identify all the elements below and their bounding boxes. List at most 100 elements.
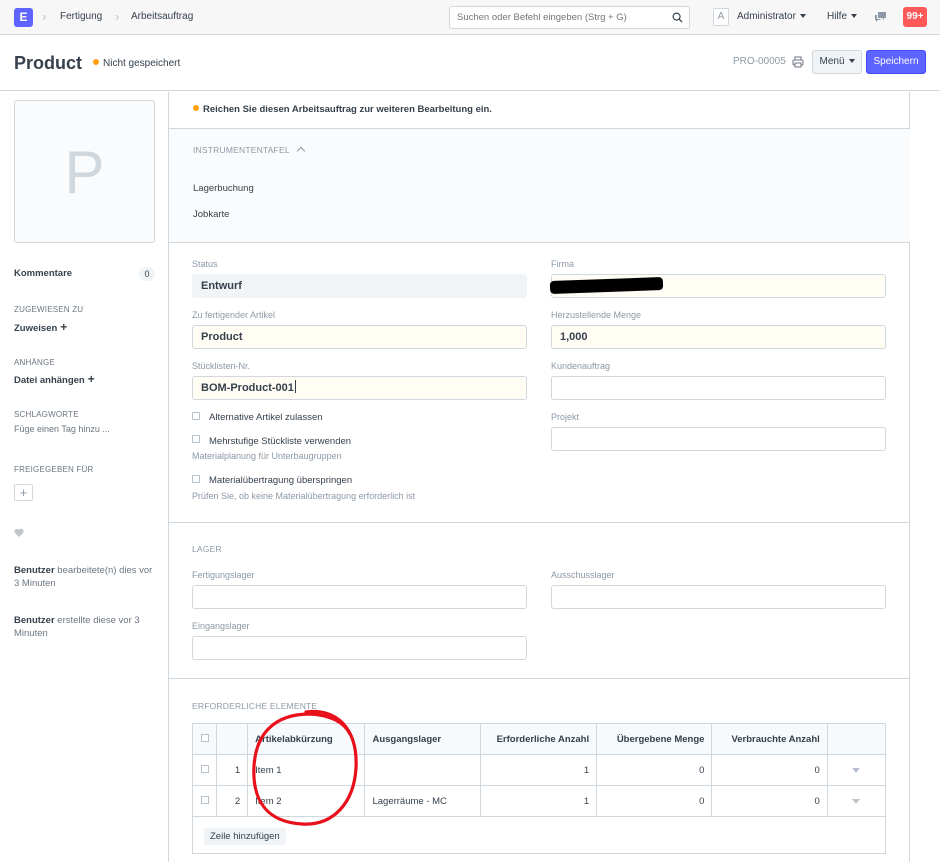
- comments-count: 0: [139, 267, 155, 281]
- skip-transfer-label[interactable]: Materialübertragung überspringen: [209, 475, 352, 486]
- tags-heading: SCHLAGWORTE: [14, 410, 79, 419]
- bom-no-label: Stücklisten-Nr.: [192, 361, 251, 371]
- allow-alternative-item-label[interactable]: Alternative Artikel zulassen: [209, 412, 323, 423]
- user-menu[interactable]: Administrator: [737, 11, 806, 22]
- document-name: PRO-00005: [733, 56, 786, 67]
- activity-item: Benutzer bearbeitete(n) dies vor 3 Minut…: [14, 564, 154, 590]
- cell-required-qty[interactable]: 1: [479, 785, 598, 817]
- attach-file-link[interactable]: Datei anhängen +: [14, 372, 95, 386]
- scrap-warehouse-field[interactable]: [551, 585, 886, 609]
- activity-user: Benutzer: [14, 565, 55, 576]
- help-menu[interactable]: Hilfe: [827, 11, 858, 22]
- attachments-heading: ANHÄNGE: [14, 358, 55, 367]
- qty-to-manufacture-field[interactable]: 1,000: [551, 325, 886, 349]
- print-icon[interactable]: [792, 56, 804, 68]
- help-menu-label: Hilfe: [827, 11, 848, 22]
- chat-icon[interactable]: [874, 10, 888, 24]
- cell-transferred-qty[interactable]: 0: [596, 754, 713, 786]
- save-button[interactable]: Speichern: [866, 50, 926, 74]
- row-actions-cell[interactable]: [826, 785, 887, 817]
- status-indicator-label: Nicht gespeichert: [103, 58, 181, 69]
- cell-consumed-qty[interactable]: 0: [711, 785, 828, 817]
- use-multi-level-bom-checkbox[interactable]: [192, 435, 200, 443]
- row-expand-icon[interactable]: [852, 767, 861, 773]
- notifications-badge[interactable]: 99+: [903, 7, 927, 27]
- caret-down-icon: [848, 59, 855, 64]
- add-tag-link[interactable]: Füge einen Tag hinzu ...: [14, 424, 110, 434]
- select-all-cell[interactable]: [191, 723, 218, 755]
- cell-source-warehouse[interactable]: [364, 754, 481, 786]
- multi-level-bom-description: Materialplanung für Unterbaugruppen: [192, 451, 342, 461]
- menu-button-label: Menü: [819, 56, 845, 67]
- assign-link[interactable]: Zuweisen +: [14, 320, 67, 334]
- row-select-cell[interactable]: [191, 754, 218, 786]
- menu-button[interactable]: Menü: [812, 50, 862, 74]
- row-actions-cell[interactable]: [826, 754, 887, 786]
- dashboard-link-stock-entry[interactable]: Lagerbuchung: [193, 183, 254, 194]
- warehouse-heading: LAGER: [192, 544, 222, 554]
- breadcrumb-manufacturing[interactable]: Fertigung: [60, 11, 102, 22]
- app-logo[interactable]: E: [14, 8, 33, 27]
- search-bar[interactable]: [449, 6, 690, 29]
- company-label: Firma: [551, 259, 574, 269]
- search-icon[interactable]: [672, 12, 683, 23]
- qty-to-manufacture-label: Herzustellende Menge: [551, 310, 642, 320]
- index-header: [216, 723, 248, 755]
- cell-item-code[interactable]: Item 1: [247, 754, 366, 786]
- sales-order-field[interactable]: [551, 376, 886, 400]
- row-expand-icon[interactable]: [852, 798, 861, 804]
- heart-icon[interactable]: [14, 528, 24, 537]
- item-to-manufacture-field[interactable]: Product: [192, 325, 527, 349]
- column-header-source-warehouse: Ausgangslager: [364, 723, 481, 755]
- search-input[interactable]: [450, 7, 660, 28]
- user-avatar[interactable]: A: [713, 8, 729, 26]
- cell-consumed-qty[interactable]: 0: [711, 754, 828, 786]
- row-index: 1: [216, 754, 249, 786]
- skip-transfer-description: Prüfen Sie, ob keine Materialübertragung…: [192, 491, 416, 501]
- plus-icon: +: [87, 372, 95, 386]
- sales-order-label: Kundenauftrag: [551, 361, 611, 371]
- bom-no-field[interactable]: BOM-Product-001: [192, 376, 527, 400]
- cell-item-code[interactable]: Item 2: [247, 785, 366, 817]
- status-label: Status: [192, 259, 218, 269]
- cell-source-warehouse[interactable]: Lagerräume - MC: [364, 785, 481, 817]
- caret-down-icon: [851, 14, 858, 19]
- row-checkbox[interactable]: [200, 795, 209, 804]
- row-checkbox[interactable]: [200, 764, 209, 773]
- cell-transferred-qty[interactable]: 0: [596, 785, 713, 817]
- wip-warehouse-field[interactable]: [192, 585, 527, 609]
- use-multi-level-bom-label[interactable]: Mehrstufige Stückliste verwenden: [209, 436, 351, 447]
- form-message-text: Reichen Sie diesen Arbeitsauftrag zur we…: [203, 104, 492, 115]
- caret-down-icon: [799, 14, 806, 19]
- chevron-up-icon: [296, 146, 305, 156]
- add-row-button[interactable]: Zeile hinzufügen: [204, 828, 286, 845]
- bom-no-value: BOM-Product-001: [201, 382, 294, 394]
- row-select-cell[interactable]: [191, 785, 218, 817]
- column-header-actions: [826, 723, 887, 755]
- text-cursor: [294, 380, 296, 393]
- grid-header-row: Artikelabkürzung Ausgangslager Erforderl…: [191, 723, 887, 755]
- breadcrumb-work-order[interactable]: Arbeitsauftrag: [131, 11, 193, 22]
- table-row[interactable]: 2 Item 2 Lagerräume - MC 1 0 0: [191, 785, 887, 817]
- select-all-checkbox[interactable]: [200, 733, 209, 742]
- orange-dot-icon: [193, 105, 199, 111]
- item-image-placeholder[interactable]: P: [14, 100, 155, 243]
- comments-label[interactable]: Kommentare: [14, 268, 72, 279]
- cell-required-qty[interactable]: 1: [479, 754, 598, 786]
- attach-file-label: Datei anhängen: [14, 375, 85, 386]
- project-field[interactable]: [551, 427, 886, 451]
- wip-warehouse-label: Fertigungslager: [192, 570, 255, 580]
- dashboard-section: INSTRUMENTENTAFEL Lagerbuchung Jobkarte: [169, 128, 910, 242]
- allow-alternative-item-checkbox[interactable]: [192, 412, 200, 420]
- skip-transfer-checkbox[interactable]: [192, 475, 200, 483]
- share-add-button[interactable]: +: [14, 484, 33, 501]
- table-row[interactable]: 1 Item 1 1 0 0: [191, 754, 887, 786]
- status-indicator: Nicht gespeichert: [93, 58, 180, 69]
- column-header-transferred-qty: Übergebene Menge: [596, 723, 713, 755]
- source-warehouse-field[interactable]: [192, 636, 527, 660]
- column-header-item-code: Artikelabkürzung: [247, 723, 366, 755]
- dashboard-heading[interactable]: INSTRUMENTENTAFEL: [193, 145, 305, 156]
- dashboard-link-job-card[interactable]: Jobkarte: [193, 209, 229, 220]
- required-items-grid: Artikelabkürzung Ausgangslager Erforderl…: [191, 723, 887, 817]
- orange-dot-icon: [93, 59, 99, 65]
